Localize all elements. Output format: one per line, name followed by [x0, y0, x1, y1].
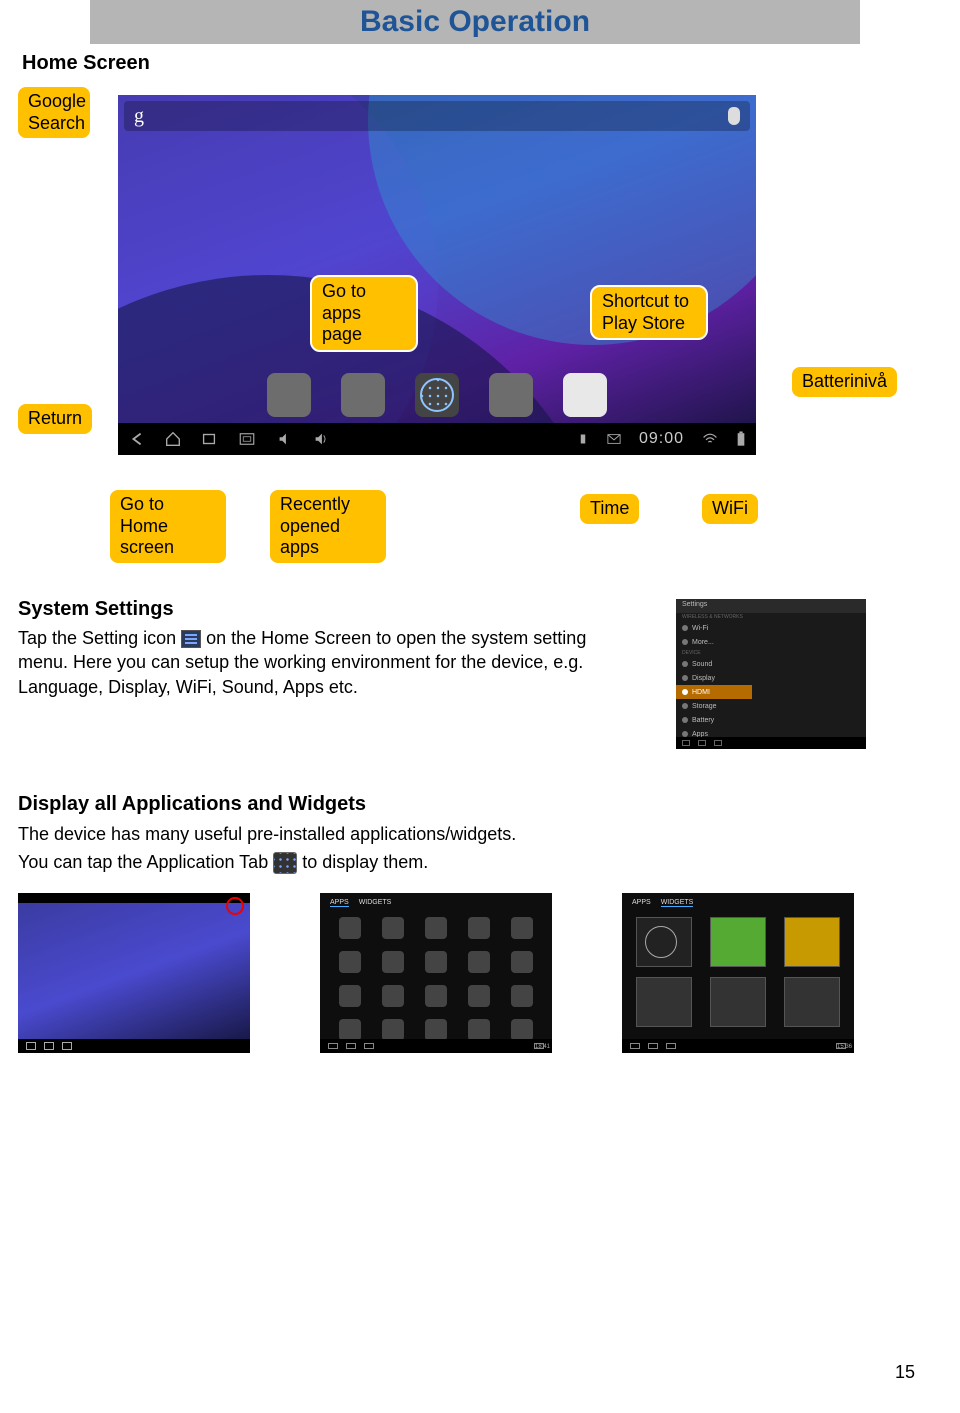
display-apps-line2: You can tap the Application Tab to displ… — [18, 850, 878, 874]
settings-row-more: More... — [676, 635, 752, 649]
play-store-shortcut[interactable] — [563, 373, 607, 417]
microphone-icon[interactable] — [728, 107, 740, 125]
battery-icon — [736, 430, 746, 448]
display-apps-line2-after: to display them. — [297, 852, 428, 872]
wifi-icon — [702, 430, 718, 448]
settings-row-sound: Sound — [676, 657, 752, 671]
system-settings-text: Tap the Setting icon on the Home Screen … — [18, 626, 638, 699]
settings-cat-device: DEVICE — [676, 649, 752, 657]
home-icon[interactable] — [164, 430, 182, 448]
settings-row-wifi: Wi-Fi — [676, 621, 752, 635]
callout-batterinivaa: Batterinivå — [790, 365, 899, 399]
callout-return: Return — [16, 402, 94, 436]
settings-row-battery: Battery — [676, 713, 752, 727]
dock-icon-4[interactable] — [489, 373, 533, 417]
callout-wifi: WiFi — [700, 492, 760, 526]
tab-apps: APPS — [330, 899, 349, 907]
mail-icon — [607, 430, 621, 448]
display-apps-line2-before: You can tap the Application Tab — [18, 852, 273, 872]
settings-row-display: Display — [676, 671, 752, 685]
settings-shot-title: Settings — [676, 599, 866, 613]
application-tab-icon — [273, 852, 297, 874]
google-search-bar[interactable]: g — [124, 101, 750, 131]
display-apps-heading: Display all Applications and Widgets — [18, 793, 366, 816]
google-icon: g — [134, 105, 144, 128]
usb-icon — [577, 430, 589, 448]
settings-row-storage: Storage — [676, 699, 752, 713]
callout-go-to-home: Go to Home screen — [108, 488, 228, 565]
thumbnail-apps-grid: APPS WIDGETS 18:41 — [320, 893, 552, 1053]
screenshot-icon[interactable] — [236, 430, 258, 448]
settings-icon — [181, 630, 201, 648]
settings-row-hdmi: HDMI — [676, 685, 752, 699]
display-apps-line1: The device has many useful pre-installed… — [18, 822, 878, 846]
app-dock — [118, 367, 756, 423]
back-icon[interactable] — [128, 430, 146, 448]
dock-icon-2[interactable] — [341, 373, 385, 417]
thumb2-time: 18:41 — [534, 1043, 544, 1049]
red-circle-highlight — [226, 897, 244, 915]
dock-icon-1[interactable] — [267, 373, 311, 417]
thumb3-time: 15:36 — [836, 1043, 846, 1049]
settings-text-before: Tap the Setting icon — [18, 628, 181, 648]
system-settings-heading: System Settings — [18, 598, 174, 621]
settings-screenshot: Settings WIRELESS & NETWORKS Wi-Fi More.… — [676, 599, 866, 749]
callout-recently-opened: Recently opened apps — [268, 488, 388, 565]
home-screen-heading: Home Screen — [22, 52, 150, 75]
clock-readout: 09:00 — [639, 430, 684, 448]
tab-apps-3: APPS — [632, 899, 651, 907]
tab-widgets-3: WIDGETS — [661, 899, 694, 907]
thumbnail-home-with-circle — [18, 893, 250, 1053]
thumbnail-widgets-grid: APPS WIDGETS 15:36 — [622, 893, 854, 1053]
settings-cat-wireless: WIRELESS & NETWORKS — [676, 613, 752, 621]
page-title: Basic Operation — [360, 5, 590, 38]
callout-shortcut-play-store: Shortcut to Play Store — [590, 285, 708, 340]
recent-apps-icon[interactable] — [200, 430, 218, 448]
tab-widgets: WIDGETS — [359, 899, 392, 907]
homescreen-screenshot: g 09:00 — [118, 95, 756, 455]
system-navbar: 09:00 — [118, 423, 756, 455]
page-number: 15 — [895, 1362, 915, 1383]
callout-time: Time — [578, 492, 641, 526]
volume-up-icon[interactable] — [312, 430, 330, 448]
page-title-bar: Basic Operation — [90, 0, 860, 44]
volume-down-icon[interactable] — [276, 430, 294, 448]
callout-google-search: Google Search — [16, 85, 92, 140]
apps-button[interactable] — [415, 373, 459, 417]
callout-go-to-apps: Go to apps page — [310, 275, 418, 352]
